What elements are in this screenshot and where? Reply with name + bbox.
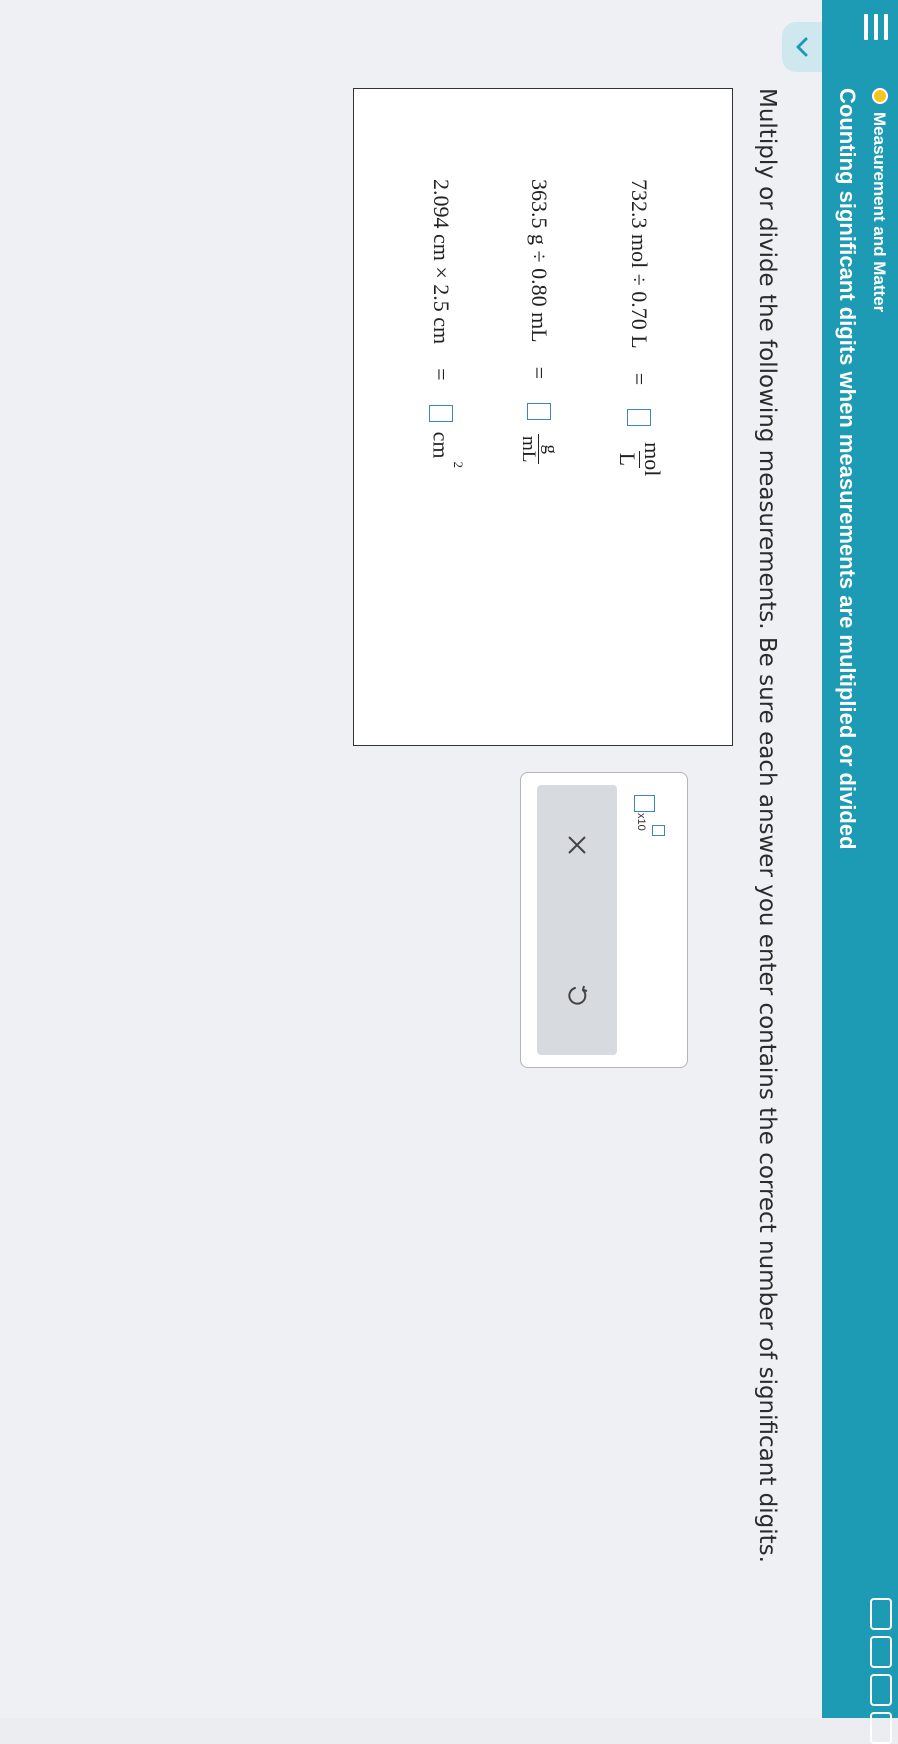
scientific-notation-button[interactable]: x10 — [633, 793, 667, 837]
undo-button[interactable] — [537, 935, 617, 1055]
progress-segment — [870, 1674, 892, 1706]
collapse-header-button[interactable] — [782, 22, 822, 72]
unit-denominator: mL — [517, 434, 540, 465]
progress-segment — [870, 1598, 892, 1630]
unit-label: cm — [428, 431, 454, 459]
question-row: 2.094 cm × 2.5 cm = cm 2 — [428, 179, 466, 468]
answer-input[interactable] — [627, 409, 652, 427]
question-expression: 363.5 g ÷ 0.80 mL — [526, 179, 552, 343]
equals-sign: = — [526, 366, 552, 380]
question-expression: 732.3 mol ÷ 0.70 L — [627, 179, 653, 349]
unit-fraction: g mL — [517, 434, 561, 465]
progress-indicator — [870, 1598, 892, 1744]
exponent-box-icon — [652, 825, 665, 836]
subject-title: Measurement and Matter — [870, 112, 889, 313]
unit-exponent: 2 — [451, 461, 466, 468]
menu-icon[interactable] — [864, 14, 888, 40]
page-stage: Measurement and Matter Counting signific… — [0, 0, 898, 1744]
question-row: 363.5 g ÷ 0.80 mL = g mL — [517, 179, 561, 465]
question-expression: 2.094 cm × 2.5 cm — [428, 179, 454, 345]
unit-numerator: g — [540, 444, 561, 454]
mantissa-box-icon — [634, 795, 655, 812]
undo-icon — [568, 985, 588, 1005]
unit-squared: cm 2 — [428, 431, 466, 468]
equals-sign: = — [627, 372, 653, 386]
answer-keypad: x10 — [520, 772, 688, 1068]
question-box: 732.3 mol ÷ 0.70 L = mol L 363.5 g ÷ 0.8… — [353, 88, 733, 746]
answer-input[interactable] — [428, 404, 453, 422]
progress-segment — [870, 1712, 892, 1744]
status-indicator-icon — [872, 88, 888, 104]
instructions-text: Multiply or divide the following measure… — [754, 88, 780, 1563]
chevron-down-icon — [796, 37, 808, 57]
unit-denominator: L — [614, 450, 640, 469]
x10-label: x10 — [635, 813, 647, 831]
answer-input[interactable] — [526, 403, 551, 421]
keypad-actions — [537, 785, 617, 1055]
question-row: 732.3 mol ÷ 0.70 L = mol L — [614, 179, 665, 478]
equals-sign: = — [428, 368, 454, 381]
times-icon — [568, 836, 586, 854]
unit-numerator: mol — [640, 442, 665, 477]
clear-button[interactable] — [537, 785, 617, 905]
topic-title: Counting significant digits when measure… — [835, 88, 860, 850]
topic-header: Measurement and Matter Counting signific… — [822, 0, 898, 1744]
progress-segment — [870, 1636, 892, 1668]
unit-fraction: mol L — [614, 440, 665, 478]
